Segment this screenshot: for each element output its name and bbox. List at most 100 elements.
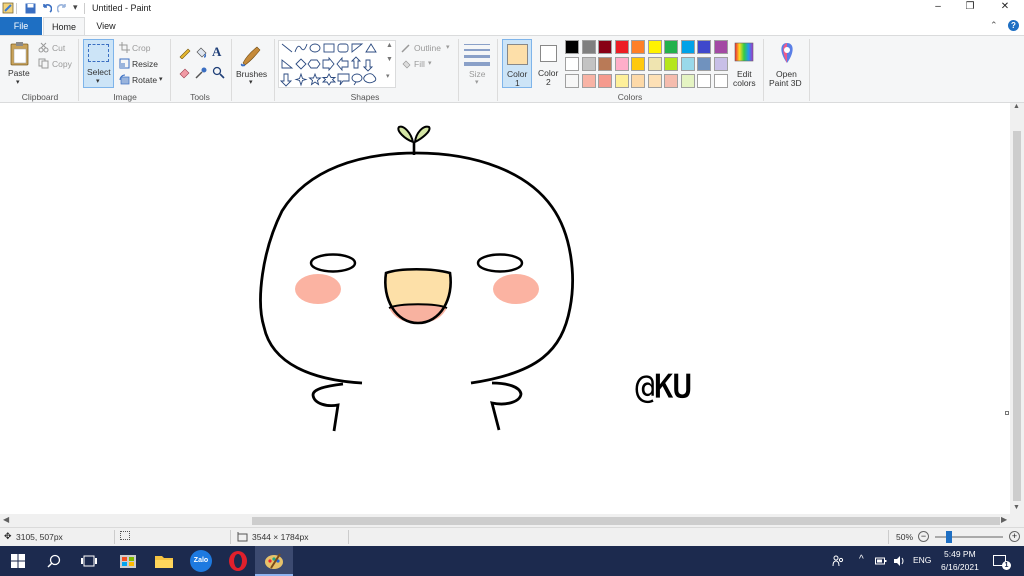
people-icon[interactable] (832, 555, 844, 567)
help-icon[interactable]: ? (1008, 20, 1019, 31)
palette-swatch[interactable] (680, 40, 695, 54)
brushes-dropdown-icon[interactable]: ▾ (249, 78, 253, 86)
vertical-scroll-thumb[interactable] (1013, 131, 1021, 501)
input-language[interactable]: ENG (913, 555, 931, 565)
palette-swatch[interactable] (565, 40, 579, 54)
palette-swatch[interactable] (664, 57, 678, 71)
zoom-slider-thumb[interactable] (946, 531, 953, 543)
scroll-right-icon[interactable]: ▶ (1001, 515, 1007, 524)
scroll-left-icon[interactable]: ◀ (3, 515, 9, 524)
task-view-icon[interactable] (81, 554, 97, 568)
vertical-scrollbar[interactable]: ▲ ▼ (1010, 103, 1024, 514)
drawing-canvas[interactable]: @KU (0, 103, 1010, 514)
palette-swatch[interactable] (664, 40, 678, 54)
paste-dropdown-icon[interactable]: ▾ (16, 78, 20, 86)
shapes-more-icon[interactable]: ▾ (386, 72, 390, 80)
palette-swatch[interactable] (581, 57, 596, 71)
palette-swatch[interactable] (697, 74, 711, 88)
tab-file[interactable]: File (0, 17, 42, 35)
text-tool-icon[interactable]: A (212, 44, 221, 60)
brushes-icon[interactable] (239, 41, 265, 67)
quick-access-dropdown-icon[interactable]: ▾ (73, 2, 78, 13)
palette-swatch[interactable] (631, 57, 645, 71)
fill-bucket-icon[interactable] (194, 46, 207, 59)
zalo-app-icon[interactable]: Zalo (190, 550, 212, 572)
select-button[interactable]: Select ▾ (83, 39, 114, 88)
size-dropdown-icon[interactable]: ▾ (475, 78, 479, 86)
resize-button[interactable]: Resize (132, 59, 158, 69)
palette-swatch[interactable] (581, 40, 596, 54)
palette-swatch[interactable] (598, 40, 612, 54)
shapes-scroll-up-icon[interactable]: ▲ (386, 42, 393, 49)
paste-label[interactable]: Paste (8, 68, 30, 78)
paste-icon[interactable] (8, 41, 32, 67)
fill-dropdown-icon[interactable]: ▾ (428, 59, 432, 67)
file-explorer-icon[interactable] (153, 550, 175, 572)
zoom-slider[interactable] (935, 531, 1003, 543)
outline-button[interactable]: Outline (414, 43, 441, 53)
palette-swatch[interactable] (598, 74, 612, 88)
outline-dropdown-icon[interactable]: ▾ (446, 43, 450, 51)
redo-icon[interactable] (57, 3, 68, 14)
paint3d-icon[interactable] (776, 41, 798, 65)
paint-app-icon[interactable] (2, 2, 14, 14)
palette-swatch[interactable] (680, 57, 695, 71)
opera-browser-icon[interactable] (227, 550, 249, 572)
scroll-down-icon[interactable]: ▼ (1013, 504, 1020, 511)
edit-colors-icon[interactable] (733, 41, 755, 63)
palette-swatch[interactable] (697, 57, 711, 71)
canvas-resize-handle[interactable] (1005, 411, 1009, 415)
show-hidden-icons-icon[interactable]: ^ (859, 554, 864, 565)
volume-icon[interactable] (893, 555, 905, 567)
rotate-dropdown-icon[interactable]: ▾ (159, 75, 163, 83)
palette-swatch[interactable] (565, 74, 579, 88)
windows-start-icon[interactable] (11, 554, 25, 568)
horizontal-scroll-thumb[interactable] (252, 517, 1000, 525)
tab-view[interactable]: View (86, 17, 126, 35)
palette-swatch[interactable] (631, 74, 645, 88)
collapse-ribbon-icon[interactable]: ⌃ (990, 20, 998, 31)
palette-swatch[interactable] (614, 74, 629, 88)
edit-colors-line2[interactable]: colors (733, 78, 756, 88)
color2-button[interactable]: Color 2 (534, 39, 564, 88)
palette-swatch[interactable] (697, 40, 711, 54)
palette-swatch[interactable] (713, 57, 728, 71)
palette-swatch[interactable] (565, 57, 579, 71)
cut-button[interactable]: Cut (52, 43, 65, 53)
shapes-scroll-down-icon[interactable]: ▼ (386, 56, 393, 63)
horizontal-scrollbar[interactable]: ◀ ▶ (0, 514, 1010, 527)
palette-swatch[interactable] (631, 40, 645, 54)
palette-swatch[interactable] (713, 74, 728, 88)
fill-button[interactable]: Fill (414, 59, 425, 69)
zoom-out-button[interactable]: − (918, 531, 929, 542)
tab-home[interactable]: Home (43, 17, 85, 35)
clock-date[interactable]: 6/16/2021 (941, 562, 979, 572)
palette-swatch[interactable] (614, 40, 629, 54)
restore-button[interactable]: ❐ (960, 1, 980, 12)
clock-time[interactable]: 5:49 PM (944, 549, 976, 559)
color-picker-icon[interactable] (194, 66, 207, 79)
palette-swatch[interactable] (614, 57, 629, 71)
close-button[interactable]: ✕ (995, 1, 1015, 12)
palette-swatch[interactable] (664, 74, 678, 88)
minimize-button[interactable]: – (928, 1, 948, 12)
magnifier-icon[interactable] (212, 66, 225, 79)
palette-swatch[interactable] (713, 40, 728, 54)
palette-swatch[interactable] (581, 74, 596, 88)
pencil-icon[interactable] (178, 46, 191, 59)
palette-swatch[interactable] (647, 40, 662, 54)
paint-taskbar-button[interactable] (255, 546, 293, 576)
copy-button[interactable]: Copy (52, 59, 72, 69)
rotate-button[interactable]: Rotate (132, 75, 157, 85)
crop-button[interactable]: Crop (132, 43, 150, 53)
store-app-icon[interactable] (117, 550, 139, 572)
palette-swatch[interactable] (680, 74, 695, 88)
undo-icon[interactable] (41, 3, 52, 14)
color-palette[interactable] (565, 40, 731, 90)
scroll-up-icon[interactable]: ▲ (1013, 103, 1020, 110)
eraser-icon[interactable] (178, 66, 191, 79)
save-icon[interactable] (25, 3, 36, 14)
shapes-gallery[interactable] (278, 40, 396, 88)
palette-swatch[interactable] (647, 57, 662, 71)
palette-swatch[interactable] (647, 74, 662, 88)
